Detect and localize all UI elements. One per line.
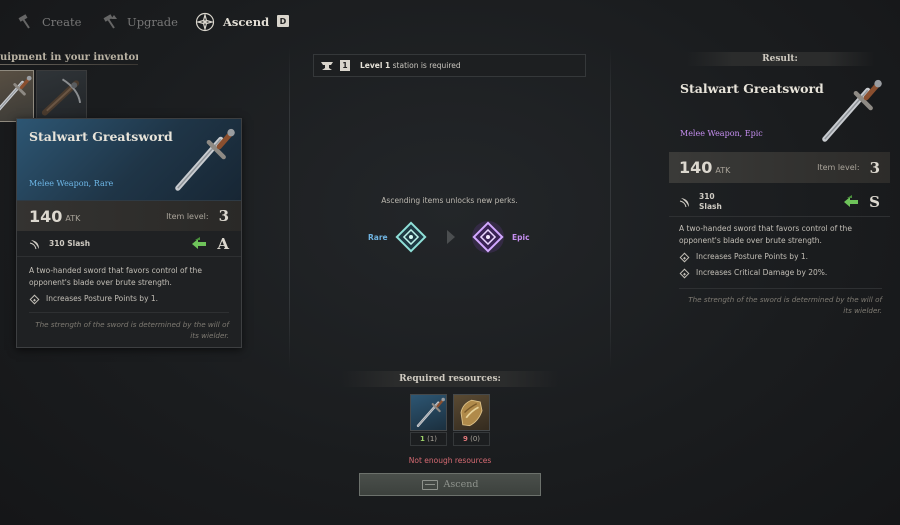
- greatsword-icon: [411, 395, 446, 430]
- epic-gem-icon: [472, 221, 504, 253]
- greatsword-icon: [810, 74, 884, 148]
- result-header: Stalwart Greatsword Melee Weapon, Epic: [669, 70, 890, 150]
- station-level-badge: 1: [340, 60, 350, 71]
- result-atk-unit: ATK: [715, 165, 731, 175]
- greatsword-icon: [0, 71, 33, 121]
- crossbow-icon: [41, 78, 82, 116]
- atk-unit: ATK: [65, 214, 81, 223]
- result-scaling-grade: S: [843, 193, 880, 211]
- inventory-header: uipment in your inventory: [0, 52, 138, 63]
- item-name: Stalwart Greatsword: [29, 129, 173, 144]
- anvil-icon: [321, 61, 333, 70]
- item-tooltip: Stalwart Greatsword Melee Weapon, Rare 1…: [16, 118, 242, 348]
- perk-text: Increases Posture Points by 1.: [46, 294, 159, 303]
- result-item-type: Melee Weapon, Epic: [680, 129, 763, 138]
- resource-count-1: 1 (1): [410, 432, 447, 446]
- resource-count-2: 9 (0): [453, 432, 490, 446]
- station-suffix: station is required: [390, 61, 461, 70]
- item-description: A two-handed sword that favors control o…: [29, 266, 202, 287]
- tab-create[interactable]: Create: [16, 10, 81, 34]
- station-text: Level 1 station is required: [360, 61, 461, 70]
- item-damage-row: 310 Slash A: [17, 231, 241, 257]
- result-grade-value: S: [869, 192, 880, 211]
- station-requirement: 1 Level 1 station is required: [313, 54, 586, 77]
- result-description-block: A two-handed sword that favors control o…: [669, 223, 890, 279]
- inventory-slot-greatsword[interactable]: [0, 70, 34, 122]
- station-level-text: Level 1: [360, 61, 391, 70]
- resource-slot-greatsword[interactable]: [410, 394, 447, 431]
- item-type: Melee Weapon, Rare: [29, 179, 114, 188]
- tab-key-hint: D: [277, 15, 289, 27]
- perk-item: Increases Critical Damage by 20%.: [679, 267, 880, 279]
- resource-slot-material[interactable]: [453, 394, 490, 431]
- perk-item: Increases Posture Points by 1.: [679, 251, 880, 263]
- perk-diamond-icon: [679, 268, 690, 278]
- from-rarity-label: Rare: [368, 233, 388, 242]
- item-lore: The strength of the sword is determined …: [29, 312, 229, 341]
- item-level-value: 3: [218, 207, 229, 225]
- tab-create-label: Create: [42, 15, 82, 29]
- required-resources-title: Required resources:: [342, 371, 558, 387]
- result-atk-value: 140: [679, 158, 713, 177]
- item-stats-row: 140 ATK Item level: 3: [17, 201, 241, 231]
- perk-diamond-icon: [679, 252, 690, 262]
- result-description: A two-handed sword that favors control o…: [679, 224, 852, 245]
- ascend-button-label: Ascend: [443, 479, 479, 490]
- hammer-icon: [18, 14, 30, 29]
- ascend-button[interactable]: Ascend: [359, 473, 541, 496]
- not-enough-resources-warning: Not enough resources: [408, 456, 492, 465]
- dragon-scaling-icon: [843, 195, 859, 209]
- result-title: Result:: [685, 52, 875, 66]
- result-damage-type: Slash: [699, 201, 722, 211]
- result-item-level-label: Item level:: [817, 163, 860, 172]
- tab-upgrade[interactable]: Upgrade: [101, 10, 178, 34]
- hammer-up-icon: [103, 14, 117, 29]
- gauntlet-material-icon: [460, 399, 483, 427]
- item-level: Item level: 3: [166, 207, 229, 225]
- slash-damage-icon: [29, 238, 41, 250]
- item-tooltip-header: Stalwart Greatsword Melee Weapon, Rare: [17, 119, 241, 201]
- item-level-label: Item level:: [166, 211, 209, 221]
- perk-item: Increases Posture Points by 1.: [29, 293, 229, 305]
- tab-upgrade-label: Upgrade: [127, 15, 178, 29]
- dragon-scaling-icon: [191, 237, 207, 251]
- to-rarity-label: Epic: [512, 233, 530, 242]
- atk-value: 140: [29, 206, 63, 226]
- panel-divider-left: [289, 48, 290, 368]
- slash-damage-icon: [679, 196, 691, 208]
- result-damage-row: 310 Slash S: [669, 187, 890, 217]
- resource-owned: (1): [427, 435, 438, 443]
- resource-owned: (0): [470, 435, 481, 443]
- greatsword-icon: [163, 123, 237, 197]
- result-item-level: Item level: 3: [817, 159, 880, 177]
- resource-required: 1: [419, 435, 425, 443]
- tab-ascend-label: Ascend: [223, 15, 270, 29]
- tab-ascend[interactable]: Ascend: [195, 10, 269, 34]
- damage-text: 310 Slash: [49, 239, 91, 248]
- result-damage-text: 310 Slash: [699, 192, 722, 212]
- result-lore: The strength of the sword is determined …: [679, 288, 882, 316]
- ascend-info-text: Ascending items unlocks new perks.: [381, 196, 518, 205]
- ascend-star-icon: [195, 12, 215, 32]
- panel-divider-right: [610, 48, 611, 368]
- perk-text: Increases Critical Damage by 20%.: [696, 268, 828, 277]
- result-stats-row: 140 ATK Item level: 3: [669, 152, 890, 183]
- keyboard-key-icon: [421, 479, 438, 490]
- arrow-right-icon: [447, 230, 455, 244]
- perk-text: Increases Posture Points by 1.: [696, 252, 809, 261]
- result-item-level-value: 3: [869, 158, 880, 177]
- grade-value: A: [217, 234, 229, 253]
- rarity-transition: Rare Epic: [360, 220, 540, 254]
- resource-required: 9: [462, 435, 468, 443]
- result-item-name: Stalwart Greatsword: [680, 81, 824, 96]
- crafting-tabs: Create Upgrade Ascend D: [0, 0, 900, 42]
- inventory-header-divider: [0, 64, 138, 65]
- item-description-block: A two-handed sword that favors control o…: [17, 257, 241, 305]
- rare-gem-icon: [395, 221, 427, 253]
- result-damage-value: 310: [699, 191, 715, 201]
- perk-diamond-icon: [29, 294, 40, 304]
- inventory-slot-crossbow[interactable]: [36, 70, 87, 122]
- scaling-grade: A: [191, 235, 229, 253]
